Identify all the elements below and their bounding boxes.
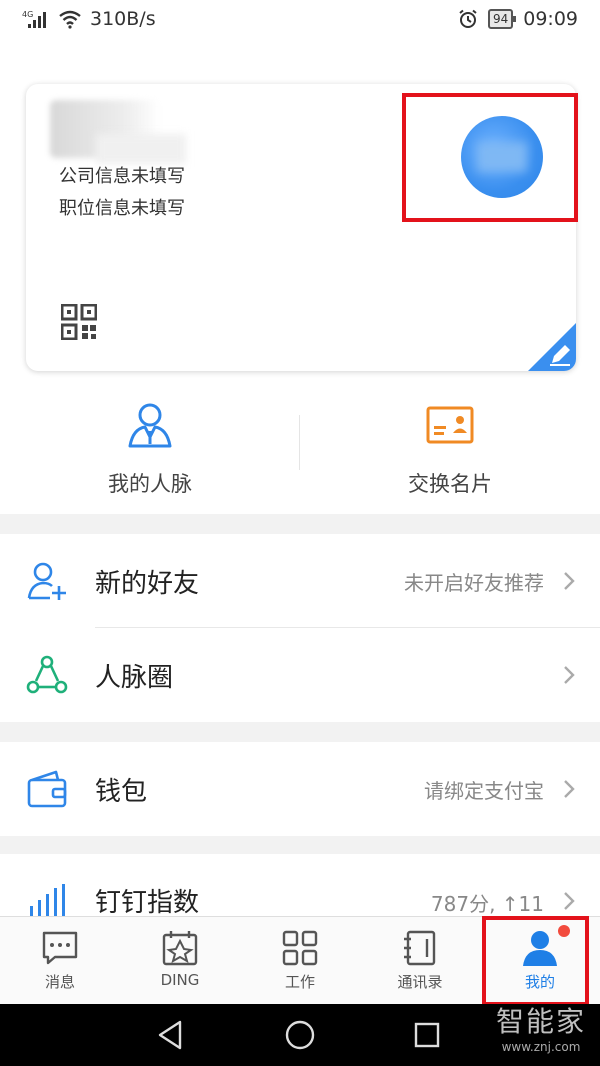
status-bar: 4G 310B/s 94 09:09: [0, 0, 600, 42]
alarm-icon: [459, 9, 477, 28]
qr-code-icon[interactable]: [61, 304, 97, 340]
business-card-icon: [426, 406, 474, 444]
watermark-url: www.znj.com: [501, 1040, 581, 1054]
wallet-label: 钱包: [95, 776, 148, 807]
back-icon[interactable]: [154, 1018, 188, 1052]
tab-work[interactable]: 工作: [240, 917, 360, 1005]
new-friends-label: 新的好友: [95, 568, 200, 599]
message-icon: [42, 931, 78, 965]
wallet-row[interactable]: 钱包 请绑定支付宝: [0, 742, 600, 836]
home-icon[interactable]: [283, 1018, 317, 1052]
user-name-blurred-extra: [96, 134, 186, 164]
quick-actions: 我的人脉 交换名片: [0, 390, 600, 510]
bar-chart-icon: [30, 884, 65, 916]
network-circle-row[interactable]: 人脉圈: [0, 628, 600, 722]
position-info: 职位信息未填写: [59, 198, 185, 219]
chevron-right-icon: [564, 892, 575, 910]
new-friends-row[interactable]: 新的好友 未开启好友推荐: [0, 534, 600, 628]
clock: 09:09: [523, 8, 578, 30]
network-circle-label: 人脉圈: [95, 662, 174, 693]
my-network-button[interactable]: 我的人脉: [0, 390, 300, 500]
friends-group: 新的好友 未开启好友推荐 人脉圈: [0, 534, 600, 722]
avatar-highlight-box: [402, 93, 578, 222]
recent-apps-icon[interactable]: [410, 1018, 444, 1052]
system-navigation-bar: 智能家 www.znj.com: [0, 1004, 600, 1066]
wallet-group: 钱包 请绑定支付宝: [0, 742, 600, 836]
add-friend-icon: [27, 562, 66, 600]
wallet-icon: [27, 770, 67, 808]
mine-tab-highlight-box: [482, 916, 589, 1006]
watermark-title: 智能家: [495, 1005, 586, 1038]
dingding-index-value: 787分, ↑11: [430, 892, 544, 916]
contacts-book-icon: [404, 930, 436, 966]
watermark: 智能家 www.znj.com: [496, 1004, 586, 1054]
status-left: 4G 310B/s: [22, 8, 156, 30]
tab-work-label: 工作: [284, 973, 315, 991]
status-right: 94 09:09: [458, 8, 578, 30]
edit-profile-icon[interactable]: [528, 323, 576, 371]
chevron-right-icon: [564, 572, 575, 590]
network-circle-icon: [26, 655, 68, 694]
new-friends-value: 未开启好友推荐: [404, 570, 544, 595]
exchange-card-button[interactable]: 交换名片: [300, 390, 600, 500]
my-network-label: 我的人脉: [108, 472, 192, 496]
tab-ding-label: DING: [160, 971, 200, 989]
network-speed: 310B/s: [90, 8, 156, 30]
index-group: 钉钉指数 787分, ↑11: [0, 854, 600, 916]
contacts-person-icon: [128, 403, 172, 448]
chevron-right-icon: [564, 666, 575, 684]
chevron-right-icon: [564, 780, 575, 798]
exchange-card-label: 交换名片: [408, 472, 492, 496]
tab-messages-label: 消息: [44, 973, 75, 991]
tab-contacts[interactable]: 通讯录: [360, 917, 480, 1005]
tab-messages[interactable]: 消息: [0, 917, 120, 1005]
wifi-icon: [59, 10, 81, 29]
network-type-label: 4G: [22, 10, 33, 19]
wallet-value: 请绑定支付宝: [424, 778, 544, 803]
dingding-index-row[interactable]: 钉钉指数 787分, ↑11: [0, 854, 600, 916]
ding-icon: [162, 931, 198, 966]
tab-contacts-label: 通讯录: [397, 973, 443, 991]
tab-ding[interactable]: DING: [120, 917, 240, 1005]
work-grid-icon: [282, 930, 318, 966]
company-info: 公司信息未填写: [59, 166, 185, 187]
cellular-signal-icon: 4G: [22, 10, 46, 28]
dingding-index-label: 钉钉指数: [95, 888, 200, 916]
battery-indicator: 94: [487, 9, 517, 29]
